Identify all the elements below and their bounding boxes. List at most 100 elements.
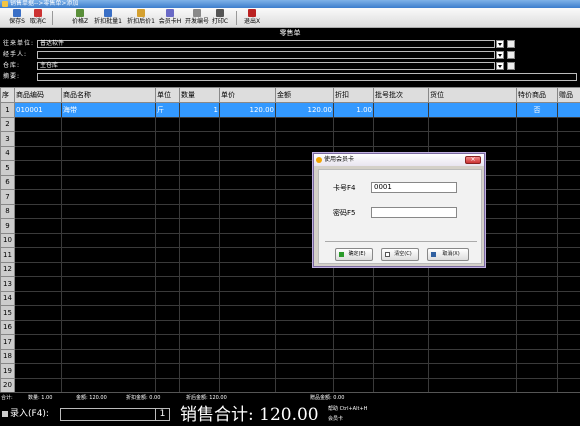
table-row[interactable]: 4 [0,145,580,161]
table-cell[interactable] [516,348,558,364]
table-cell[interactable] [61,189,156,205]
table-cell[interactable] [179,334,220,350]
table-cell[interactable] [14,276,62,292]
table-cell[interactable] [557,305,580,321]
table-cell[interactable] [14,261,62,277]
table-cell[interactable] [557,290,580,306]
table-cell[interactable] [219,247,276,263]
table-cell[interactable] [61,232,156,248]
exit-button[interactable]: 退出X [243,9,261,27]
table-cell[interactable] [179,131,220,147]
table-cell[interactable] [275,290,334,306]
table-cell[interactable] [155,261,180,277]
cell-qty[interactable]: 1 [179,102,220,118]
col-header[interactable]: 折扣 [333,87,374,103]
table-cell[interactable] [275,363,334,379]
table-cell[interactable] [557,334,580,350]
browse-button[interactable] [507,40,515,48]
unit-field[interactable]: 普达软件 [37,40,495,48]
table-cell[interactable] [428,131,517,147]
cell-price[interactable]: 120.00 [219,102,276,118]
table-cell[interactable] [373,131,429,147]
table-cell[interactable] [428,319,517,335]
table-cell[interactable] [61,203,156,219]
table-cell[interactable] [516,232,558,248]
table-cell[interactable] [14,131,62,147]
table-cell[interactable] [516,305,558,321]
col-header[interactable]: 赠品 [557,87,580,103]
dialog-cancel-button[interactable]: 取消(X) [427,248,469,261]
table-cell[interactable] [373,348,429,364]
table-cell[interactable] [14,305,62,321]
table-cell[interactable] [333,116,374,132]
table-row[interactable]: 17 [0,334,580,350]
table-cell[interactable] [516,247,558,263]
cell-special[interactable]: 否 [516,102,558,118]
cell-discount[interactable]: 1.00 [333,102,374,118]
table-row[interactable]: 1 010001 海带 斤 1 120.00 120.00 1.00 否 [0,102,580,118]
table-cell[interactable] [516,145,558,161]
table-cell[interactable] [155,305,180,321]
warehouse-field[interactable]: 主仓库 [37,62,495,70]
table-cell[interactable] [219,319,276,335]
table-cell[interactable] [333,334,374,350]
table-cell[interactable] [428,290,517,306]
table-cell[interactable] [219,116,276,132]
table-cell[interactable] [428,348,517,364]
cell-batch[interactable] [373,102,429,118]
table-cell[interactable] [14,290,62,306]
table-cell[interactable] [333,363,374,379]
table-cell[interactable] [179,261,220,277]
table-cell[interactable] [155,131,180,147]
table-cell[interactable] [275,334,334,350]
table-cell[interactable] [557,174,580,190]
table-cell[interactable] [14,145,62,161]
table-cell[interactable] [179,203,220,219]
close-button[interactable]: × [465,156,481,164]
table-cell[interactable] [516,363,558,379]
table-cell[interactable] [179,305,220,321]
table-cell[interactable] [428,305,517,321]
table-cell[interactable] [219,348,276,364]
table-cell[interactable] [557,232,580,248]
table-cell[interactable] [61,348,156,364]
table-row[interactable]: 11 [0,247,580,263]
entry-qty[interactable]: 1 [155,409,169,420]
card-number-input[interactable]: 0001 [371,182,457,193]
table-cell[interactable] [557,348,580,364]
table-cell[interactable] [155,218,180,234]
table-cell[interactable] [14,348,62,364]
password-input[interactable] [371,207,457,218]
table-cell[interactable] [219,189,276,205]
table-cell[interactable] [155,247,180,263]
table-row[interactable]: 10 [0,232,580,248]
table-cell[interactable] [61,319,156,335]
col-header[interactable]: 金额 [275,87,334,103]
table-cell[interactable] [14,203,62,219]
print-button[interactable]: 打印C [211,9,229,27]
col-header[interactable]: 批号批次 [373,87,429,103]
table-cell[interactable] [179,160,220,176]
col-header[interactable]: 特价商品 [516,87,558,103]
table-cell[interactable] [61,145,156,161]
table-cell[interactable] [219,203,276,219]
table-cell[interactable] [373,290,429,306]
table-cell[interactable] [219,218,276,234]
table-cell[interactable] [373,116,429,132]
table-cell[interactable] [155,290,180,306]
table-row[interactable]: 5 [0,160,580,176]
table-cell[interactable] [14,189,62,205]
table-cell[interactable] [333,348,374,364]
invoice-number-button[interactable]: 开发编号 [184,9,210,27]
table-cell[interactable] [557,247,580,263]
table-cell[interactable] [557,116,580,132]
table-cell[interactable] [275,276,334,292]
table-cell[interactable] [219,363,276,379]
table-row[interactable]: 14 [0,290,580,306]
table-cell[interactable] [14,363,62,379]
table-cell[interactable] [219,377,276,393]
table-row[interactable]: 13 [0,276,580,292]
table-cell[interactable] [179,218,220,234]
discount-batch-button[interactable]: 折扣批量1 [93,9,123,27]
table-row[interactable]: 15 [0,305,580,321]
